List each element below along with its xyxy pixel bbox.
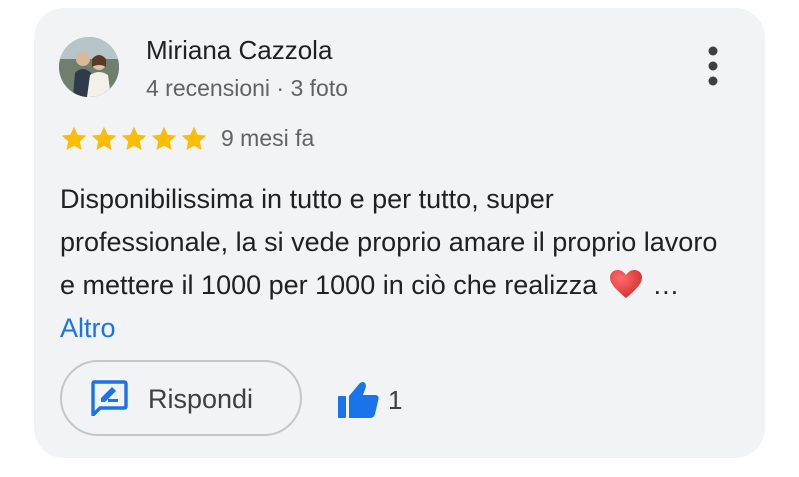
like-count: 1 — [388, 385, 403, 415]
star-icon — [121, 126, 147, 150]
reply-button[interactable]: Rispondi — [60, 360, 302, 436]
ellipsis: … — [652, 270, 680, 300]
star-icon — [181, 126, 207, 150]
author-name[interactable]: Miriana Cazzola — [146, 35, 332, 66]
more-vert-icon — [708, 46, 718, 86]
heart-emoji — [609, 270, 642, 298]
star-icon — [151, 126, 177, 150]
review-date: 9 mesi fa — [221, 125, 315, 151]
avatar-photo — [59, 37, 119, 97]
more-options-button[interactable] — [694, 44, 732, 88]
star-rating — [59, 124, 209, 154]
star-icon — [61, 126, 87, 150]
thumb-up-icon — [338, 382, 379, 418]
review-text: Disponibilissima in tutto e per tutto, s… — [60, 178, 720, 350]
avatar[interactable] — [59, 37, 119, 97]
review-card: Miriana Cazzola 4 recensioni · 3 foto 9 … — [34, 8, 765, 458]
like-button[interactable] — [336, 380, 380, 420]
star-icon — [91, 126, 117, 150]
author-meta: 4 recensioni · 3 foto — [146, 75, 349, 101]
rate-review-icon — [91, 380, 128, 416]
reply-label: Rispondi — [148, 384, 254, 414]
more-link[interactable]: Altro — [60, 313, 116, 343]
